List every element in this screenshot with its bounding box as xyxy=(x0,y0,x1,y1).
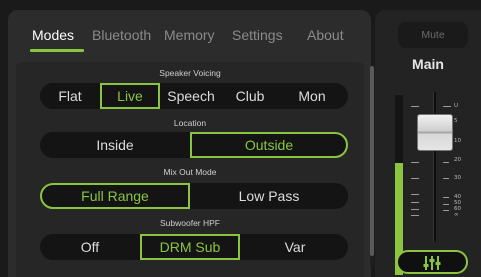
scale-tick xyxy=(443,162,449,163)
scale-tick xyxy=(443,210,449,211)
voicing-mon-option[interactable]: Mon xyxy=(288,83,336,109)
voicing-flat-option[interactable]: Flat xyxy=(46,83,94,109)
mute-button[interactable]: Mute xyxy=(398,22,468,48)
mixout-low-pass-option[interactable]: Low Pass xyxy=(190,183,348,209)
voicing-speech-option[interactable]: Speech xyxy=(162,83,220,109)
mixer-button[interactable] xyxy=(396,250,468,274)
subwoofer-hpf-selector: Off DRM Sub Var xyxy=(40,234,348,260)
scale-label: 10 xyxy=(454,138,461,144)
tab-memory[interactable]: Memory xyxy=(164,27,215,43)
level-meter xyxy=(395,95,403,275)
scale-tick xyxy=(411,202,419,203)
tab-about[interactable]: About xyxy=(307,27,344,43)
hpf-drm-sub-option[interactable]: DRM Sub xyxy=(140,234,240,260)
mix-out-mode-label: Mix Out Mode xyxy=(163,167,217,177)
scale-label: 30 xyxy=(454,175,461,181)
modes-panel: Modes Bluetooth Memory Settings About Sp… xyxy=(8,10,374,277)
mixer-sliders-icon xyxy=(423,256,441,270)
scale-tick xyxy=(411,106,419,107)
mix-out-mode-selector: Full Range Low Pass xyxy=(40,183,348,209)
scale-tick xyxy=(411,209,419,210)
scale-tick xyxy=(443,197,449,198)
fader-knob[interactable] xyxy=(417,114,453,151)
location-selector: Inside Outside xyxy=(40,132,348,158)
scale-tick xyxy=(411,194,419,195)
scale-tick xyxy=(443,178,449,179)
active-tab-indicator xyxy=(30,49,84,52)
tab-bluetooth[interactable]: Bluetooth xyxy=(92,27,151,43)
scale-label-infinity: ∞ xyxy=(454,212,459,218)
speaker-voicing-label: Speaker Voicing xyxy=(159,68,221,78)
location-label: Location xyxy=(173,118,207,128)
location-inside-option[interactable]: Inside xyxy=(40,132,190,158)
voicing-club-option[interactable]: Club xyxy=(228,83,272,109)
channel-name: Main xyxy=(412,56,444,72)
scale-label: 5 xyxy=(454,118,458,124)
content-scrollbar[interactable] xyxy=(370,66,374,266)
scale-tick xyxy=(443,204,449,205)
hpf-off-option[interactable]: Off xyxy=(50,234,130,260)
tab-modes[interactable]: Modes xyxy=(32,27,74,43)
scale-tick xyxy=(411,178,419,179)
scale-label-unity: U xyxy=(454,103,459,109)
scrollbar-thumb[interactable] xyxy=(370,66,374,256)
app-window: Modes Bluetooth Memory Settings About Sp… xyxy=(0,0,481,277)
main-channel-strip: Mute Main U 5 10 20 30 40 50 60 ∞ xyxy=(375,10,481,277)
voicing-live-option[interactable]: Live xyxy=(100,83,160,109)
location-outside-option[interactable]: Outside xyxy=(190,132,348,158)
scale-tick xyxy=(411,215,419,216)
hpf-var-option[interactable]: Var xyxy=(250,234,340,260)
scale-tick xyxy=(411,162,419,163)
scale-tick xyxy=(443,106,451,107)
mixout-full-range-option[interactable]: Full Range xyxy=(40,183,190,209)
tab-bar: Modes Bluetooth Memory Settings About xyxy=(8,10,371,52)
scale-label: 20 xyxy=(454,157,461,163)
speaker-voicing-selector: Flat Live Speech Club Mon xyxy=(40,83,348,109)
tab-settings[interactable]: Settings xyxy=(232,27,283,43)
subwoofer-hpf-label: Subwoofer HPF xyxy=(160,218,220,228)
